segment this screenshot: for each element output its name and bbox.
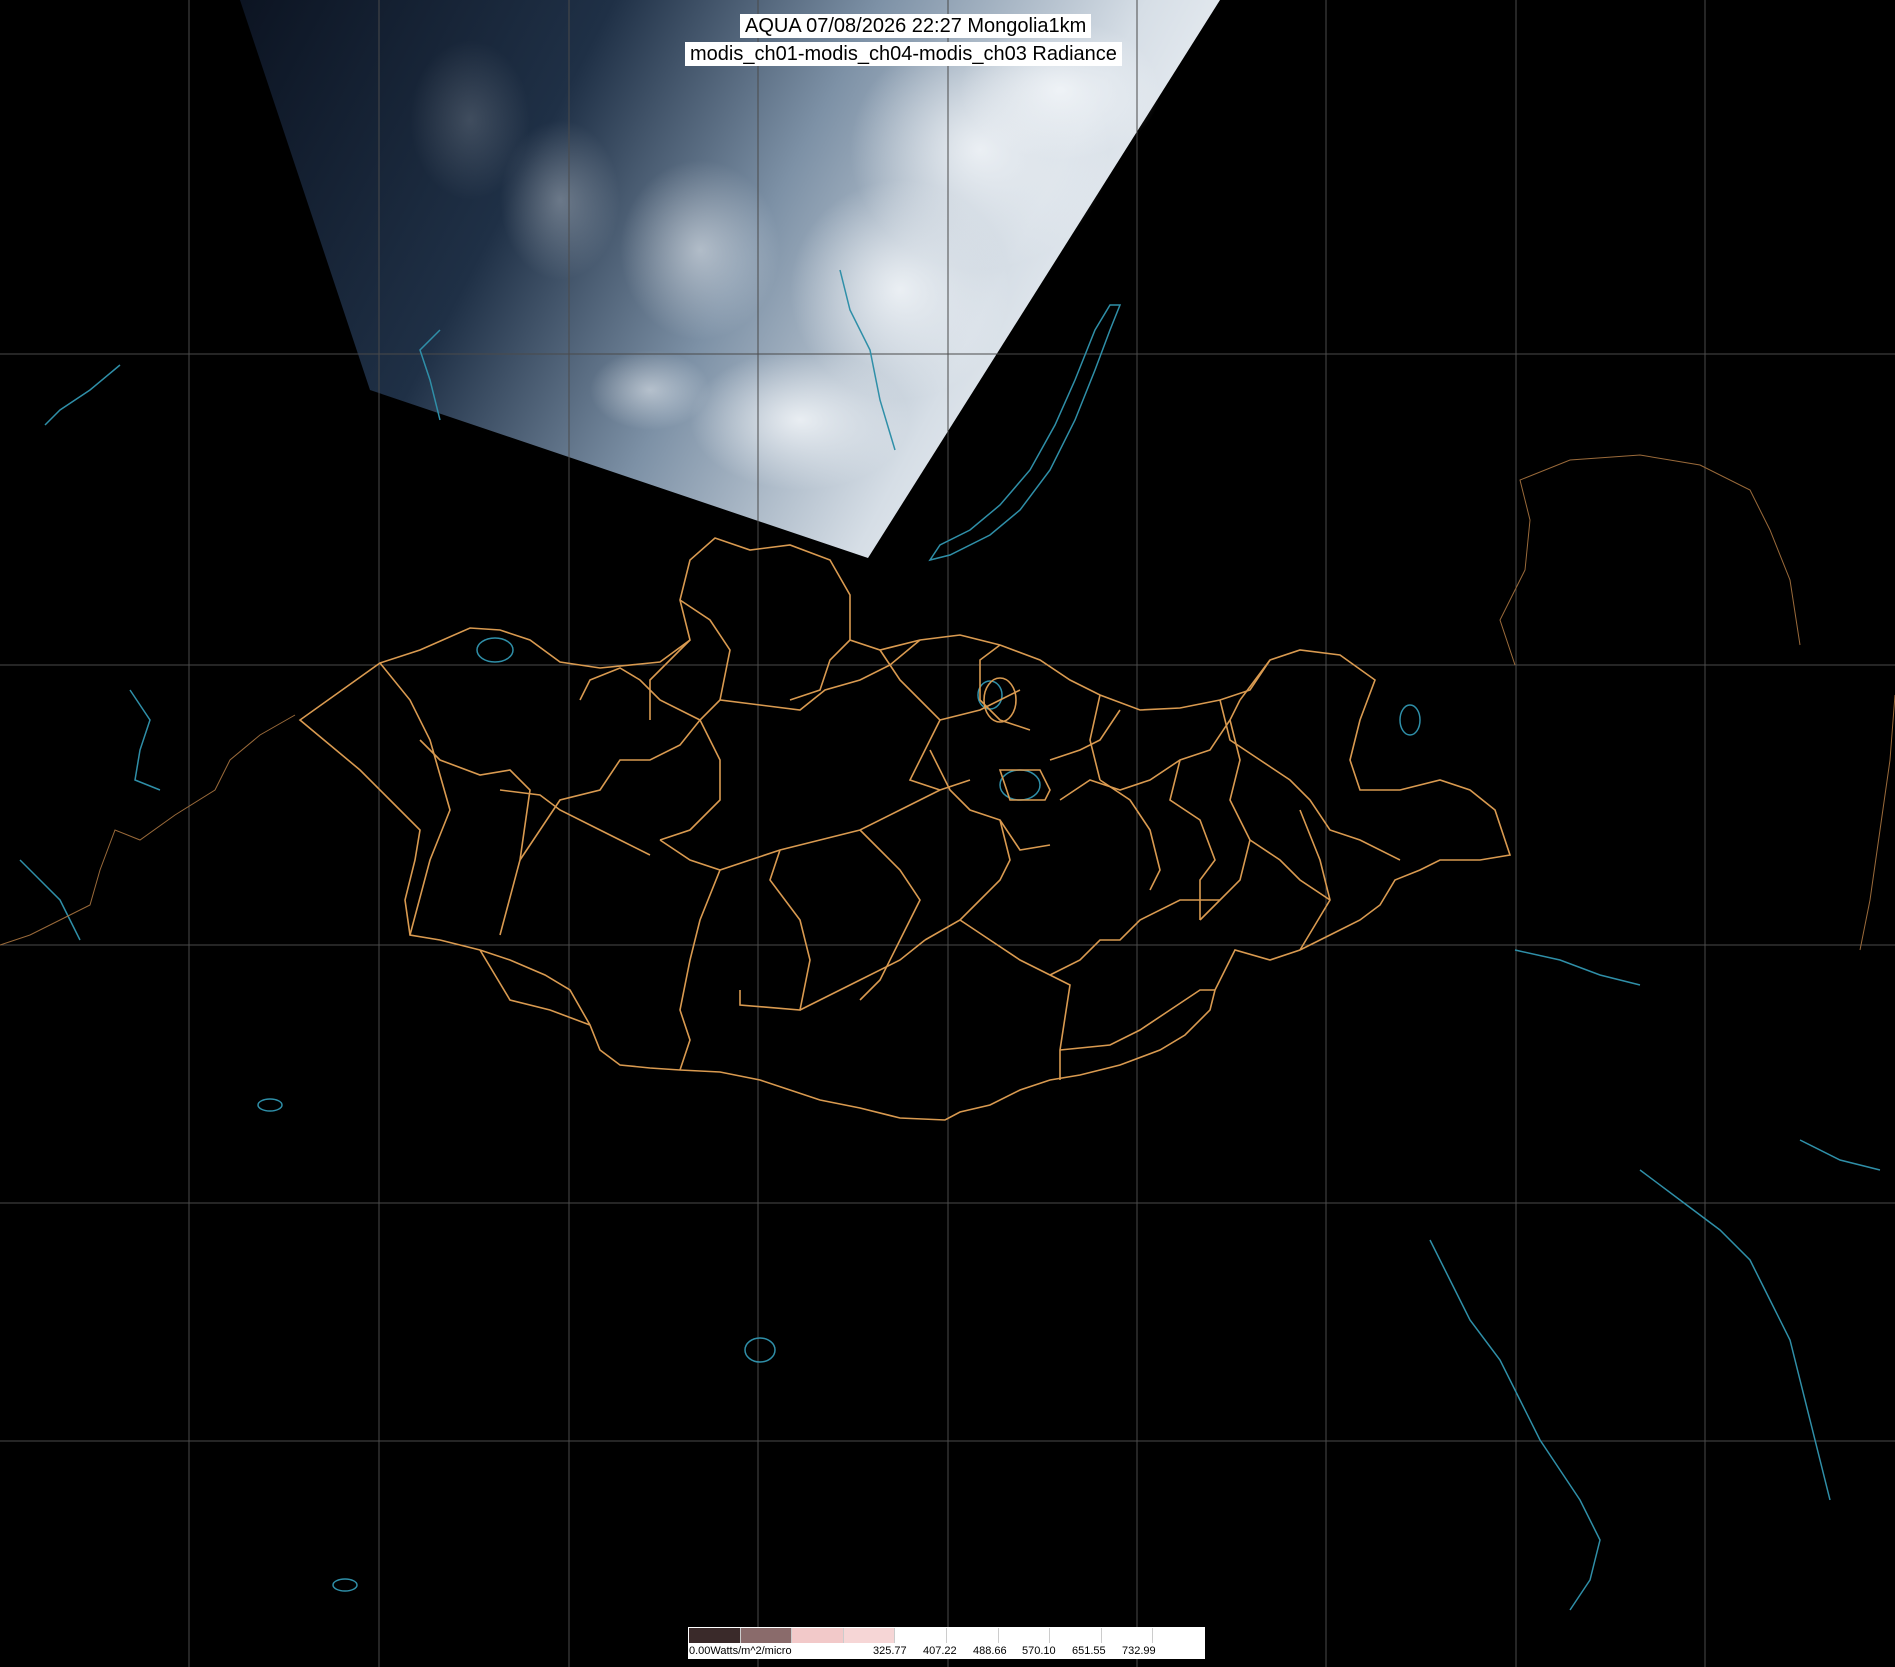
- map-title-line2: modis_ch01-modis_ch04-modis_ch03 Radianc…: [685, 42, 1122, 66]
- legend-color-segment: [946, 1628, 999, 1643]
- map-title-line1: AQUA 07/08/2026 22:27 Mongolia1km: [740, 14, 1092, 38]
- satellite-map: [0, 0, 1895, 1667]
- legend-color-segment: [1101, 1628, 1154, 1643]
- legend-tick-label: 325.77: [873, 1645, 907, 1657]
- color-legend: 0.00Watts/m^2/micro 325.77 407.22 488.66…: [688, 1627, 1205, 1659]
- legend-color-segment: [740, 1628, 793, 1643]
- legend-labels: 0.00Watts/m^2/micro 325.77 407.22 488.66…: [688, 1644, 1205, 1659]
- legend-tick-label: 488.66: [973, 1645, 1007, 1657]
- legend-color-segment: [1050, 1628, 1102, 1643]
- legend-color-segment: [689, 1628, 741, 1643]
- legend-tick-label: 570.10: [1022, 1645, 1056, 1657]
- legend-color-segment: [792, 1628, 844, 1643]
- legend-color-segment: [998, 1628, 1051, 1643]
- legend-color-segment: [1153, 1628, 1204, 1643]
- legend-tick-label: 407.22: [923, 1645, 957, 1657]
- legend-color-segment: [843, 1628, 896, 1643]
- legend-color-segment: [895, 1628, 947, 1643]
- legend-color-bar: [688, 1627, 1205, 1644]
- legend-unit-label: 0.00Watts/m^2/micro: [689, 1645, 792, 1657]
- legend-tick-label: 651.55: [1072, 1645, 1106, 1657]
- legend-tick-label: 732.99: [1122, 1645, 1156, 1657]
